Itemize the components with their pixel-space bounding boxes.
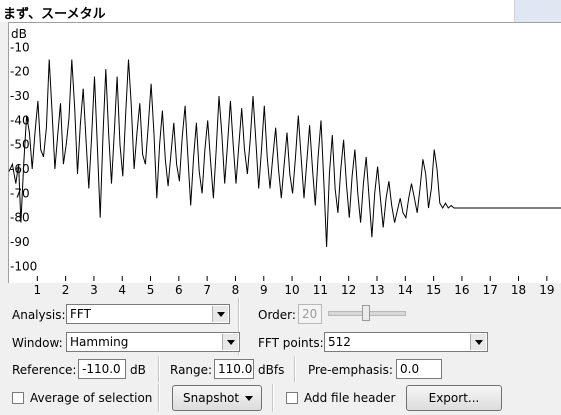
spectrum-plot: dB-10-20-30-40-50-60-70-80-90-1001 2 3 4 5 6 7… (8, 27, 561, 297)
chevron-down-icon[interactable] (470, 334, 486, 350)
window-label: Window: (12, 336, 63, 350)
preemphasis-input[interactable]: 0.0 (396, 359, 442, 379)
x-tick-label: 11 (313, 283, 328, 297)
preemphasis-label: Pre-emphasis: (308, 363, 393, 377)
range-unit: dBfs (258, 363, 285, 377)
x-tick-label: 5 (147, 283, 155, 297)
x-tick-label: 3 (90, 283, 98, 297)
control-separator (158, 384, 160, 412)
y-tick-label: -10 (10, 40, 30, 54)
average-of-selection-checkbox[interactable] (12, 392, 24, 404)
order-value: 20 (302, 307, 318, 321)
add-file-header-label: Add file header (304, 391, 396, 405)
analysis-value: FFT (70, 307, 91, 321)
window-select[interactable]: Hamming (66, 332, 240, 352)
x-tick-label: 8 (232, 283, 240, 297)
chevron-down-icon[interactable] (212, 306, 228, 322)
title-bar-right-strip (514, 0, 561, 24)
x-tick-label: 16 (454, 283, 469, 297)
y-axis-label: dB (11, 27, 27, 41)
fft-points-label: FFT points: (258, 336, 324, 350)
x-tick-label: 15 (426, 283, 441, 297)
x-tick-label: 18 (511, 283, 526, 297)
window-title: まず、スーメタル (3, 7, 106, 22)
spectrum-line (8, 59, 561, 247)
add-file-header-checkbox[interactable] (286, 392, 298, 404)
control-separator (158, 356, 160, 382)
y-tick-label: -30 (10, 89, 30, 103)
x-tick-label: 7 (203, 283, 211, 297)
reference-label: Reference: (12, 363, 77, 377)
y-tick-label: -20 (10, 65, 30, 79)
y-tick-label: -90 (10, 235, 30, 249)
analysis-select[interactable]: FFT (66, 304, 230, 324)
average-of-selection-label: Average of selection (30, 391, 153, 405)
snapshot-button[interactable]: Snapshot (172, 385, 262, 411)
export-button[interactable]: Export... (406, 385, 502, 411)
x-tick-label: 4 (118, 283, 126, 297)
preemphasis-value: 0.0 (400, 362, 420, 376)
chevron-down-icon[interactable] (222, 334, 238, 350)
range-label: Range: (170, 363, 213, 377)
y-tick-label: -100 (10, 259, 37, 273)
x-tick-label: 17 (483, 283, 498, 297)
analysis-label: Analysis: (12, 308, 66, 322)
x-tick-label: 12 (341, 283, 356, 297)
control-separator (294, 356, 296, 382)
y-tick-label: -80 (10, 211, 30, 225)
x-tick-label: 13 (369, 283, 384, 297)
range-input[interactable]: 110.0 (214, 359, 254, 379)
x-tick-label: 1 (33, 283, 41, 297)
x-tick-label: 6 (175, 283, 183, 297)
reference-input[interactable]: -110.0 (78, 359, 126, 379)
range-value: 110.0 (218, 362, 253, 376)
x-tick-label: 10 (284, 283, 299, 297)
x-tick-label: 9 (260, 283, 268, 297)
window-value: Hamming (70, 335, 129, 349)
fft-points-value: 512 (328, 335, 351, 349)
order-label: Order: (258, 308, 296, 322)
reference-unit: dB (130, 363, 146, 377)
chevron-down-icon (245, 396, 253, 401)
window-title-bar: まず、スーメタル (0, 0, 561, 24)
x-tick-label: 19 (539, 283, 554, 297)
x-tick-label: 14 (398, 283, 413, 297)
x-tick-label: 2 (62, 283, 70, 297)
y-tick-label: -50 (10, 138, 30, 152)
export-label: Export... (428, 391, 480, 405)
order-field[interactable]: 20 (298, 304, 322, 324)
snapshot-label: Snapshot (183, 391, 240, 405)
reference-value: -110.0 (82, 362, 121, 376)
control-separator (272, 384, 274, 412)
order-slider-thumb[interactable] (362, 305, 370, 321)
fft-points-select[interactable]: 512 (324, 332, 488, 352)
